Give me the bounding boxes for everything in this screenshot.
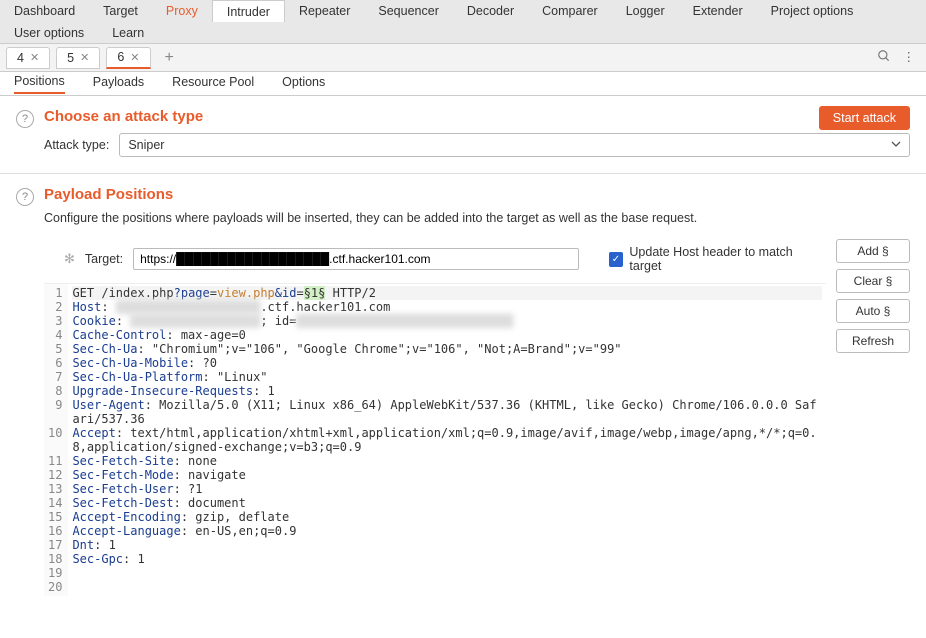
attack-type-label: Attack type: <box>44 138 109 152</box>
request-editor: ✻ Target: ✓ Update Host header to match … <box>44 239 826 596</box>
start-attack-button[interactable]: Start attack <box>819 106 910 130</box>
instance-tab-4[interactable]: 4 ✕ <box>6 47 50 69</box>
auto-marker-button[interactable]: Auto § <box>836 299 910 323</box>
subtab-resource-pool[interactable]: Resource Pool <box>172 75 254 93</box>
top-tab-bar: Dashboard Target Proxy Intruder Repeater… <box>0 0 926 44</box>
gear-icon[interactable]: ✻ <box>64 251 75 267</box>
section-title: Payload Positions <box>44 186 910 203</box>
target-input[interactable] <box>133 248 578 270</box>
subtab-options[interactable]: Options <box>282 75 325 93</box>
help-icon[interactable]: ? <box>16 110 34 128</box>
section-title: Choose an attack type <box>44 108 910 125</box>
more-icon[interactable]: ⋮ <box>903 49 915 66</box>
attack-type-value: Sniper <box>128 138 164 152</box>
close-icon[interactable]: ✕ <box>130 51 139 64</box>
tab-logger[interactable]: Logger <box>612 0 679 22</box>
clear-marker-button[interactable]: Clear § <box>836 269 910 293</box>
attack-type-select[interactable]: Sniper <box>119 133 910 157</box>
http-editor[interactable]: 1234567891011121314151617181920 GET /ind… <box>44 283 826 596</box>
tab-repeater[interactable]: Repeater <box>285 0 364 22</box>
tab-sequencer[interactable]: Sequencer <box>364 0 452 22</box>
tab-comparer[interactable]: Comparer <box>528 0 612 22</box>
add-tab-button[interactable]: + <box>157 49 182 67</box>
tab-user-options[interactable]: User options <box>0 22 98 44</box>
update-host-label: Update Host header to match target <box>629 245 826 273</box>
position-buttons: Add § Clear § Auto § Refresh <box>836 239 910 353</box>
instance-tab-5[interactable]: 5 ✕ <box>56 47 100 69</box>
subtab-positions[interactable]: Positions <box>14 74 65 94</box>
tab-proxy[interactable]: Proxy <box>152 0 212 22</box>
attack-type-section: ? Choose an attack type Attack type: Sni… <box>0 96 926 165</box>
tab-dashboard[interactable]: Dashboard <box>0 0 89 22</box>
subtab-payloads[interactable]: Payloads <box>93 75 144 93</box>
tab-project-options[interactable]: Project options <box>757 0 868 22</box>
target-label: Target: <box>85 252 123 266</box>
chevron-down-icon <box>891 138 901 152</box>
refresh-button[interactable]: Refresh <box>836 329 910 353</box>
instance-tab-label: 4 <box>17 51 24 65</box>
add-marker-button[interactable]: Add § <box>836 239 910 263</box>
instance-tab-label: 5 <box>67 51 74 65</box>
tab-decoder[interactable]: Decoder <box>453 0 528 22</box>
tab-intruder[interactable]: Intruder <box>212 0 285 22</box>
tab-learn[interactable]: Learn <box>98 22 158 44</box>
tab-extender[interactable]: Extender <box>679 0 757 22</box>
instance-tab-6[interactable]: 6 ✕ <box>106 47 150 69</box>
search-icon[interactable] <box>877 49 891 66</box>
line-gutter: 1234567891011121314151617181920 <box>44 284 68 596</box>
tab-target[interactable]: Target <box>89 0 152 22</box>
section-description: Configure the positions where payloads w… <box>44 211 910 225</box>
close-icon[interactable]: ✕ <box>80 51 89 64</box>
code-body[interactable]: GET /index.php?page=view.php&id=§1§ HTTP… <box>68 284 826 596</box>
instance-tab-bar: 4 ✕ 5 ✕ 6 ✕ + ⋮ <box>0 44 926 72</box>
close-icon[interactable]: ✕ <box>30 51 39 64</box>
sub-tab-bar: Positions Payloads Resource Pool Options <box>0 72 926 96</box>
help-icon[interactable]: ? <box>16 188 34 206</box>
payload-positions-section: ? Payload Positions Configure the positi… <box>0 174 926 604</box>
update-host-checkbox[interactable]: ✓ <box>609 252 624 267</box>
instance-tab-label: 6 <box>117 50 124 64</box>
